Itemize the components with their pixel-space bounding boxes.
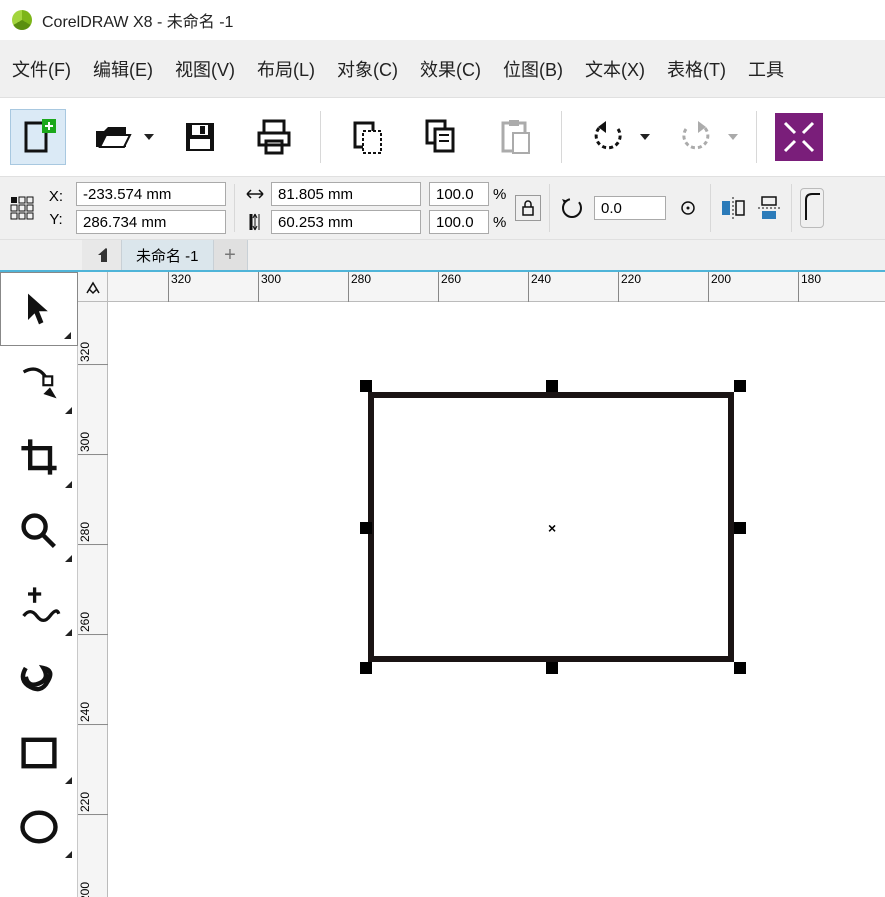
flyout-icon [65, 777, 72, 784]
ruler-origin[interactable] [78, 272, 108, 302]
property-bar: X: Y: % % [0, 176, 885, 240]
scale-x-input[interactable] [429, 182, 489, 206]
flyout-icon [65, 851, 72, 858]
width-icon [243, 182, 267, 206]
redo-dropdown-icon[interactable] [728, 134, 738, 140]
menu-file[interactable]: 文件(F) [12, 56, 71, 82]
toolbar-divider [561, 111, 562, 163]
x-input[interactable] [76, 182, 226, 206]
new-document-button[interactable] [10, 109, 66, 165]
percent-label: % [493, 186, 507, 203]
toolbox [0, 272, 78, 897]
rotation-center-icon [674, 194, 702, 222]
window-title: CorelDRAW X8 - 未命名 -1 [42, 8, 233, 32]
document-tab[interactable]: 未命名 -1 [122, 240, 214, 270]
new-tab-button[interactable]: + [214, 240, 248, 270]
document-tab-bar: 未命名 -1 + [0, 240, 885, 272]
paste-button[interactable] [487, 109, 543, 165]
y-label: Y: [44, 211, 68, 228]
mirror-h-button[interactable] [719, 194, 747, 222]
menu-bar: 文件(F) 编辑(E) 视图(V) 布局(L) 对象(C) 效果(C) 位图(B… [0, 40, 885, 98]
scale-y-input[interactable] [429, 210, 489, 234]
y-input[interactable] [76, 210, 226, 234]
document-tab-label: 未命名 -1 [136, 245, 199, 266]
resize-handle-e[interactable] [734, 522, 746, 534]
propbar-divider [549, 184, 550, 232]
menu-object[interactable]: 对象(C) [337, 56, 398, 82]
x-label: X: [44, 188, 68, 205]
propbar-divider [234, 184, 235, 232]
flyout-icon [65, 629, 72, 636]
app-logo-icon [12, 10, 32, 30]
plus-icon: + [224, 244, 236, 267]
resize-handle-s[interactable] [546, 662, 558, 674]
zoom-tool[interactable] [0, 494, 78, 568]
position-icon [8, 192, 36, 224]
mirror-v-button[interactable] [755, 194, 783, 222]
menu-text[interactable]: 文本(X) [585, 56, 645, 82]
artistic-media-tool[interactable] [0, 642, 78, 716]
flyout-icon [65, 407, 72, 414]
rectangle-tool[interactable] [0, 716, 78, 790]
toolbar-divider [320, 111, 321, 163]
rotation-icon [558, 194, 586, 222]
resize-handle-w[interactable] [360, 522, 372, 534]
workspace: 320 300 280 260 240 220 200 180 160 320 … [0, 272, 885, 897]
menu-edit[interactable]: 编辑(E) [93, 56, 153, 82]
flyout-icon [64, 332, 71, 339]
lock-ratio-button[interactable] [515, 195, 541, 221]
menu-layout[interactable]: 布局(L) [257, 56, 315, 82]
resize-handle-ne[interactable] [734, 380, 746, 392]
menu-effects[interactable]: 效果(C) [420, 56, 481, 82]
resize-handle-nw[interactable] [360, 380, 372, 392]
freehand-tool[interactable] [0, 568, 78, 642]
title-bar: CorelDRAW X8 - 未命名 -1 [0, 0, 885, 40]
open-dropdown-icon[interactable] [144, 134, 154, 140]
menu-tools[interactable]: 工具 [748, 56, 784, 82]
round-corner-button[interactable] [800, 188, 824, 228]
propbar-divider [791, 184, 792, 232]
copy-button[interactable] [413, 109, 469, 165]
home-tab[interactable] [82, 240, 122, 270]
print-button[interactable] [246, 109, 302, 165]
height-input[interactable] [271, 210, 421, 234]
drawing-canvas[interactable]: × [108, 302, 885, 897]
undo-dropdown-icon[interactable] [640, 134, 650, 140]
rotation-input[interactable] [594, 196, 666, 220]
shape-tool[interactable] [0, 346, 78, 420]
pick-tool[interactable] [0, 272, 78, 346]
menu-view[interactable]: 视图(V) [175, 56, 235, 82]
open-button[interactable] [84, 109, 140, 165]
flyout-icon [65, 481, 72, 488]
undo-button[interactable] [580, 109, 636, 165]
save-button[interactable] [172, 109, 228, 165]
ruler-vertical[interactable]: 320 300 280 260 240 220 200 [78, 302, 108, 897]
menu-bitmap[interactable]: 位图(B) [503, 56, 563, 82]
resize-handle-se[interactable] [734, 662, 746, 674]
standard-toolbar [0, 98, 885, 176]
menu-table[interactable]: 表格(T) [667, 56, 726, 82]
home-icon [96, 246, 107, 264]
width-input[interactable] [271, 182, 421, 206]
redo-button[interactable] [668, 109, 724, 165]
toolbar-divider [756, 111, 757, 163]
import-button[interactable] [775, 113, 823, 161]
resize-handle-n[interactable] [546, 380, 558, 392]
coord-labels: X: Y: [44, 188, 68, 228]
ruler-horizontal[interactable]: 320 300 280 260 240 220 200 180 160 [108, 272, 885, 302]
flyout-icon [65, 555, 72, 562]
canvas-area: 320 300 280 260 240 220 200 180 160 320 … [78, 272, 885, 897]
propbar-divider [710, 184, 711, 232]
resize-handle-sw[interactable] [360, 662, 372, 674]
height-icon [243, 210, 267, 234]
ellipse-tool[interactable] [0, 790, 78, 864]
cut-button[interactable] [339, 109, 395, 165]
center-marker-icon[interactable]: × [548, 520, 556, 536]
percent-label: % [493, 214, 507, 231]
crop-tool[interactable] [0, 420, 78, 494]
